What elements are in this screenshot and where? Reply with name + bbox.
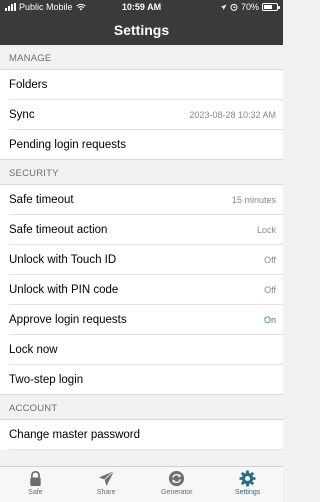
tab-label: Safe xyxy=(28,489,43,496)
tab-label: Generator xyxy=(161,489,193,496)
row-label: Pending login requests xyxy=(9,139,126,151)
row-unlock-pin[interactable]: Unlock with PIN code Off xyxy=(0,275,283,305)
timeout-action-value: Lock xyxy=(256,225,276,235)
battery-percent: 70% xyxy=(240,2,259,12)
gear-icon xyxy=(239,470,256,487)
tab-settings[interactable]: Settings xyxy=(212,467,283,502)
row-label: Unlock with Touch ID xyxy=(9,254,117,266)
row-label: Approve login requests xyxy=(9,314,127,326)
tab-label: Settings xyxy=(234,489,261,496)
row-sync[interactable]: Sync 2023-08-28 10:32 AM xyxy=(0,100,283,130)
sync-value: 2023-08-28 10:32 AM xyxy=(189,110,276,120)
status-right: 70% xyxy=(220,2,280,12)
page-title: Settings xyxy=(113,22,170,38)
section-header-manage: MANAGE xyxy=(0,45,283,70)
row-folders[interactable]: Folders xyxy=(0,70,283,100)
section-header-security: SECURITY xyxy=(0,160,283,185)
row-two-step-login[interactable]: Two-step login xyxy=(0,365,283,395)
row-label: Folders xyxy=(9,79,48,91)
section-header-account: ACCOUNT xyxy=(0,395,283,420)
tab-generator[interactable]: Generator xyxy=(142,467,213,502)
row-label: Lock now xyxy=(9,344,58,356)
approve-value: On xyxy=(263,315,276,325)
row-safe-timeout-action[interactable]: Safe timeout action Lock xyxy=(0,215,283,245)
row-safe-timeout[interactable]: Safe timeout 15 minutes xyxy=(0,185,283,215)
status-bar: Public Mobile 10:59 AM 70% xyxy=(0,0,283,15)
touch-id-value: Off xyxy=(264,255,276,265)
nav-bar: Settings xyxy=(0,15,283,45)
row-lock-now[interactable]: Lock now xyxy=(0,335,283,365)
safe-timeout-value: 15 minutes xyxy=(231,195,276,205)
row-label: Change master password xyxy=(9,429,141,441)
row-approve-login-requests[interactable]: Approve login requests On xyxy=(0,305,283,335)
refresh-icon xyxy=(169,470,185,487)
row-label: Unlock with PIN code xyxy=(9,284,119,296)
tab-safe[interactable]: Safe xyxy=(0,467,71,502)
row-label: Sync xyxy=(9,109,35,121)
settings-list[interactable]: MANAGE Folders Sync 2023-08-28 10:32 AM … xyxy=(0,45,283,466)
tab-share[interactable]: Share xyxy=(71,467,142,502)
lock-icon xyxy=(30,470,41,487)
row-pending-login-requests[interactable]: Pending login requests xyxy=(0,130,283,160)
row-label: Safe timeout xyxy=(9,194,74,206)
location-icon xyxy=(220,4,227,10)
row-label: Two-step login xyxy=(9,374,84,386)
alarm-icon xyxy=(230,3,238,11)
tab-bar: Safe Share Generator Settings xyxy=(0,466,283,502)
row-label: Safe timeout action xyxy=(9,224,108,236)
pin-value: Off xyxy=(264,285,276,295)
battery-icon xyxy=(262,3,280,11)
row-unlock-touch-id[interactable]: Unlock with Touch ID Off xyxy=(0,245,283,275)
row-change-master-password[interactable]: Change master password xyxy=(0,420,283,450)
tab-label: Share xyxy=(96,489,116,496)
send-icon xyxy=(98,470,114,487)
